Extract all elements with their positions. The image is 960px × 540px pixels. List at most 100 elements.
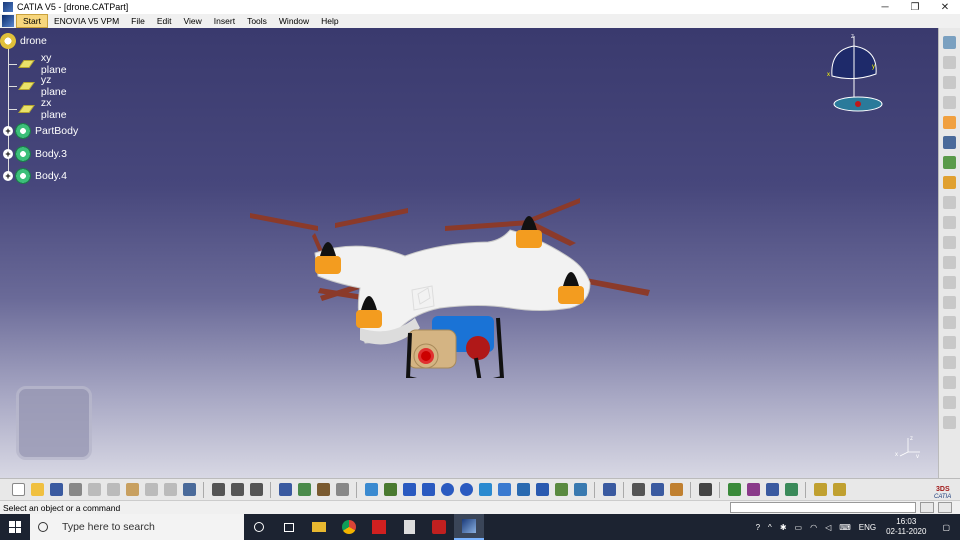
menu-start[interactable]: Start <box>16 14 48 28</box>
properties-icon[interactable] <box>831 482 847 498</box>
tree-item-body4[interactable]: + Body.4 <box>0 166 67 186</box>
acrobat-icon[interactable] <box>364 514 394 540</box>
status-button-1[interactable] <box>920 502 934 513</box>
measure-icon[interactable] <box>942 414 958 430</box>
drone-3d-model[interactable] <box>240 168 660 378</box>
status-button-2[interactable] <box>938 502 952 513</box>
zoom-out-icon[interactable] <box>458 482 474 498</box>
transform-icon[interactable] <box>942 174 958 190</box>
boolean-icon[interactable] <box>942 394 958 410</box>
apply-material-icon[interactable] <box>668 482 684 498</box>
sketcher-icon[interactable] <box>942 34 958 50</box>
undo-icon[interactable] <box>143 482 159 498</box>
menu-window[interactable]: Window <box>273 14 315 28</box>
swap-space-icon[interactable] <box>572 482 588 498</box>
copy-icon[interactable] <box>105 482 121 498</box>
shading-icon[interactable] <box>534 482 550 498</box>
hide-show-icon[interactable] <box>553 482 569 498</box>
zoom-in-icon[interactable] <box>439 482 455 498</box>
apply-style-icon[interactable] <box>812 482 828 498</box>
tree-root[interactable]: drone <box>0 31 47 51</box>
3d-viewport[interactable]: drone xy plane yz plane zx plane + PartB… <box>0 28 938 478</box>
minimize-button[interactable]: ─ <box>870 0 900 14</box>
snapshot-icon[interactable] <box>697 482 713 498</box>
windows-start-button[interactable] <box>0 514 30 540</box>
cortana-icon[interactable] <box>244 514 274 540</box>
update-icon[interactable] <box>601 482 617 498</box>
compass-widget[interactable]: z x y <box>826 32 886 116</box>
tree-item-zx-plane[interactable]: zx plane <box>0 97 72 121</box>
knowledge-icon[interactable] <box>229 482 245 498</box>
document-system-icon[interactable] <box>2 15 14 27</box>
render-icon[interactable] <box>726 482 742 498</box>
overview-thumbnail[interactable] <box>16 386 92 460</box>
draft-icon[interactable] <box>942 234 958 250</box>
chamfer-icon[interactable] <box>942 214 958 230</box>
shaft-icon[interactable] <box>942 94 958 110</box>
pattern-icon[interactable] <box>942 354 958 370</box>
pan-icon[interactable] <box>401 482 417 498</box>
sketch-icon[interactable] <box>942 134 958 150</box>
fly-mode-icon[interactable] <box>363 482 379 498</box>
tree-item-xy-plane[interactable]: xy plane <box>0 52 72 76</box>
thickness-icon[interactable] <box>942 274 958 290</box>
pad-icon[interactable] <box>942 54 958 70</box>
new-icon[interactable] <box>10 482 26 498</box>
catia-taskbar-icon[interactable] <box>454 514 484 540</box>
mirror-icon[interactable] <box>942 334 958 350</box>
tree-item-partbody[interactable]: + PartBody <box>0 121 78 141</box>
keyboard-icon[interactable]: ⌨ <box>839 523 851 532</box>
table-icon[interactable] <box>277 482 293 498</box>
expand-icon[interactable]: + <box>3 149 13 159</box>
print-icon[interactable] <box>67 482 83 498</box>
bluetooth-icon[interactable]: ✱ <box>780 523 787 532</box>
shell-icon[interactable] <box>942 254 958 270</box>
calculator-icon[interactable] <box>394 514 424 540</box>
expand-icon[interactable]: + <box>3 126 13 136</box>
volume-icon[interactable]: ◁ <box>825 523 831 532</box>
tree-item-yz-plane[interactable]: yz plane <box>0 74 72 98</box>
formula-icon[interactable] <box>210 482 226 498</box>
catalog-icon[interactable] <box>315 482 331 498</box>
file-explorer-icon[interactable] <box>304 514 334 540</box>
taskbar-clock[interactable]: 16:03 02-11-2020 <box>886 517 926 537</box>
menu-tools[interactable]: Tools <box>241 14 273 28</box>
save-icon[interactable] <box>48 482 64 498</box>
pocket-icon[interactable] <box>942 74 958 90</box>
measure-item-icon[interactable] <box>649 482 665 498</box>
expand-icon[interactable]: + <box>3 171 13 181</box>
notification-icon[interactable]: ▢ <box>942 523 950 532</box>
fillet-icon[interactable] <box>942 194 958 210</box>
measure-between-icon[interactable] <box>630 482 646 498</box>
menu-enovia[interactable]: ENOVIA V5 VPM <box>48 14 125 28</box>
chrome-icon[interactable] <box>334 514 364 540</box>
rotate-icon[interactable] <box>420 482 436 498</box>
wifi-icon[interactable]: ◠ <box>810 523 817 532</box>
paste-icon[interactable] <box>124 482 140 498</box>
thread-icon[interactable] <box>942 294 958 310</box>
menu-edit[interactable]: Edit <box>151 14 178 28</box>
design-table-icon[interactable] <box>248 482 264 498</box>
multi-view-icon[interactable] <box>496 482 512 498</box>
tree-item-body3[interactable]: + Body.3 <box>0 144 67 164</box>
task-view-icon[interactable] <box>274 514 304 540</box>
help-icon[interactable] <box>181 482 197 498</box>
solidworks-icon[interactable] <box>424 514 454 540</box>
menu-help[interactable]: Help <box>315 14 344 28</box>
restore-button[interactable]: ❐ <box>900 0 930 14</box>
menu-file[interactable]: File <box>125 14 151 28</box>
view-mode-icon[interactable] <box>764 482 780 498</box>
menu-insert[interactable]: Insert <box>208 14 241 28</box>
menu-view[interactable]: View <box>178 14 208 28</box>
taskbar-search[interactable]: Type here to search <box>30 514 244 540</box>
tree-icon[interactable] <box>296 482 312 498</box>
annotation-icon[interactable] <box>334 482 350 498</box>
iso-view-icon[interactable] <box>515 482 531 498</box>
language-indicator[interactable]: ENG <box>859 523 876 532</box>
close-button[interactable]: ✕ <box>930 0 960 14</box>
command-input[interactable] <box>730 502 916 513</box>
redo-icon[interactable] <box>162 482 178 498</box>
part-design-icon[interactable] <box>942 154 958 170</box>
normal-view-icon[interactable] <box>477 482 493 498</box>
select-arrow-icon[interactable] <box>942 114 958 130</box>
